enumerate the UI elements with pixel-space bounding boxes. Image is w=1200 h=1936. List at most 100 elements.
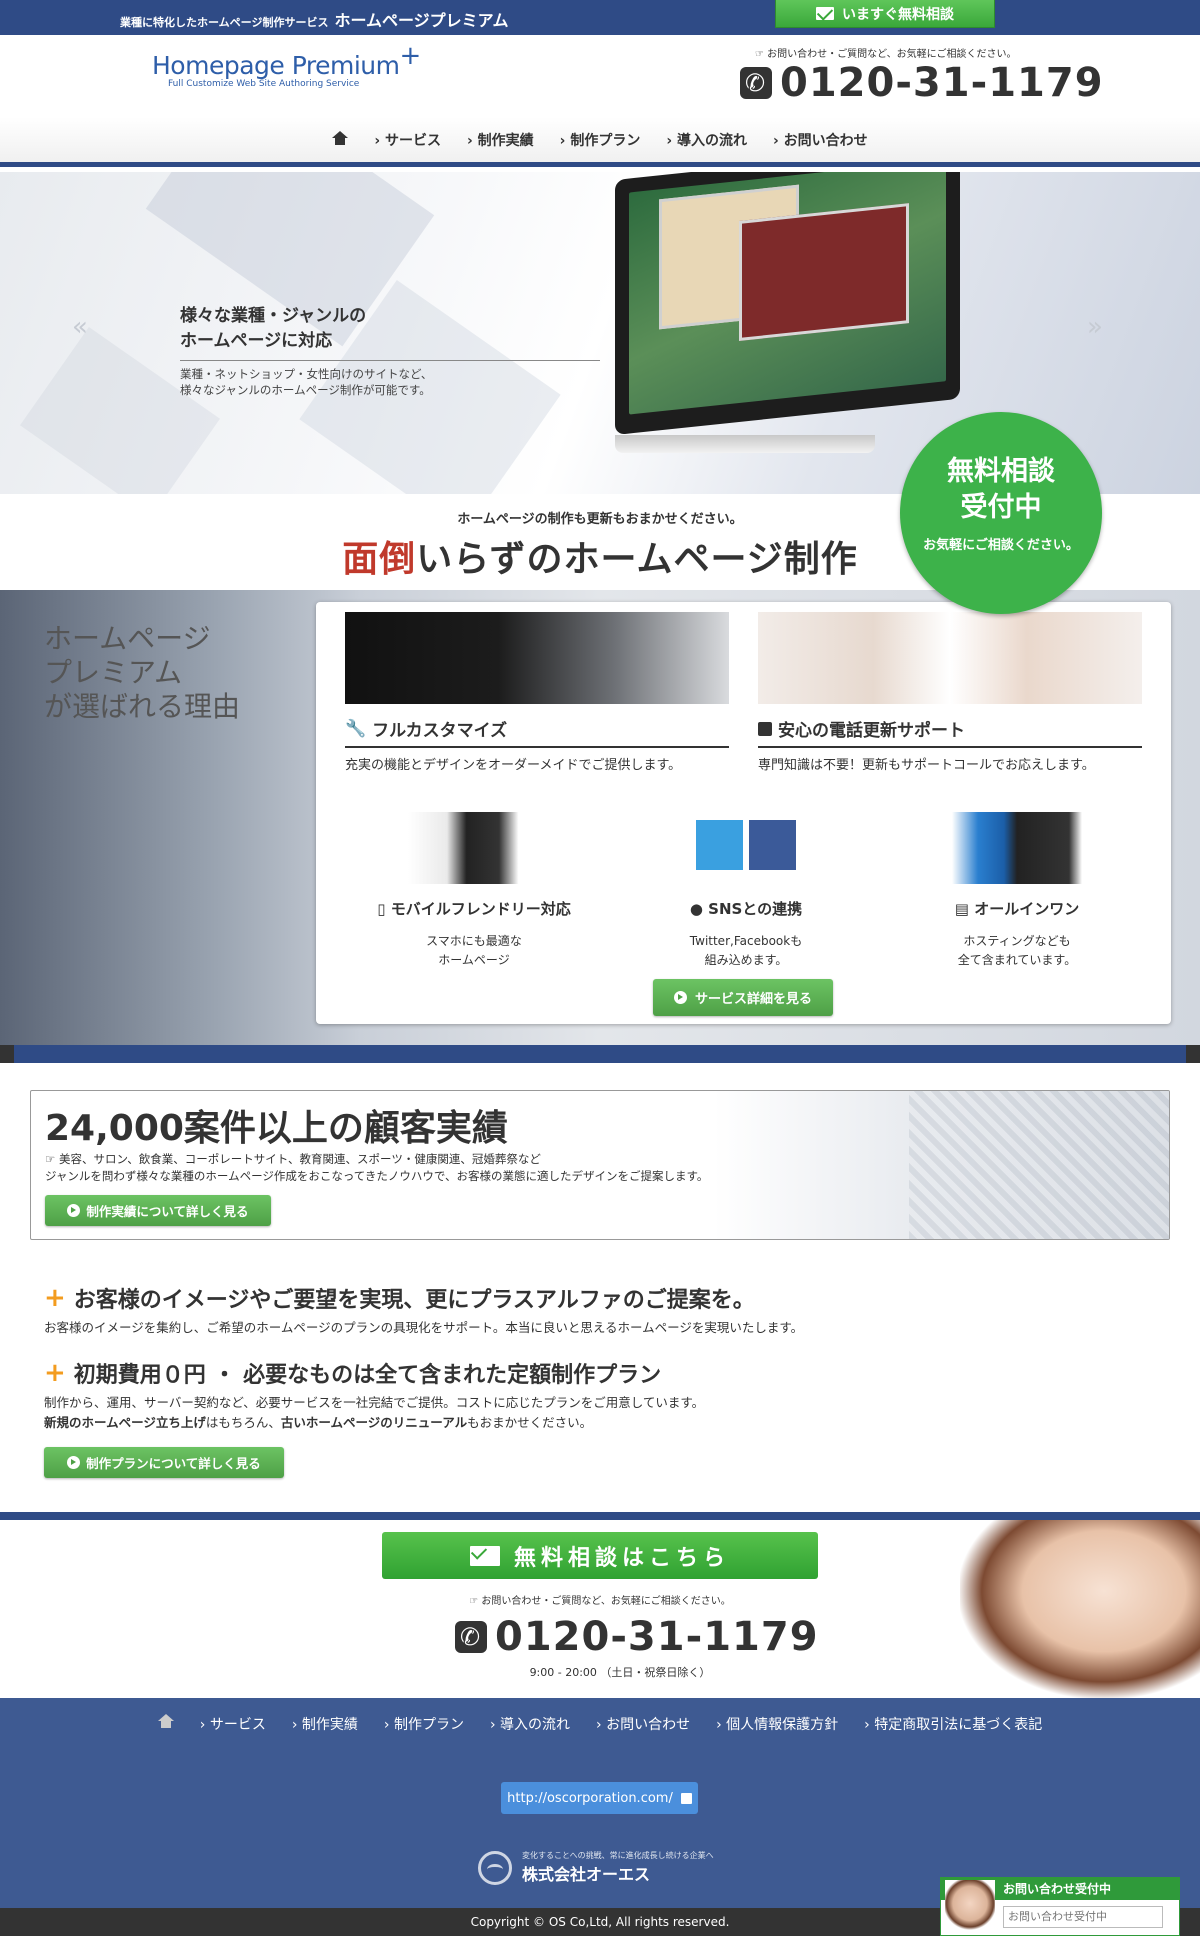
cta-phone-number: 0120-31-1179: [495, 1614, 819, 1660]
monitor-stand: [615, 435, 875, 453]
header-phone[interactable]: 0120-31-1179: [740, 60, 1104, 106]
mini-desc-line: 全て含まれています。: [957, 953, 1077, 967]
arrow-right-icon: [673, 991, 687, 1004]
records-line: 美容、サロン、飲食業、コーポレートサイト、教育関連、スポーツ・健康関連、冠婚葬祭…: [58, 1152, 541, 1166]
screen-window-food-site: [739, 203, 909, 341]
nav-label: サービス: [385, 132, 442, 149]
phone-icon: [740, 67, 772, 99]
feature-mobile-title: ▯ モバイルフレンドリー対応: [377, 900, 571, 918]
hero-desc-line: 様々なジャンルのホームページ制作が可能です。: [180, 383, 431, 397]
logo-plus-icon: +: [399, 41, 421, 71]
corporate-url-button[interactable]: http://oscorporation.com/: [501, 1782, 698, 1814]
nav-label: お問い合わせ: [783, 132, 868, 149]
records-line: ジャンルを問わず様々な業種のホームページ作成をおこなってきたノウハウで、お客様の…: [45, 1169, 709, 1183]
cta-phone[interactable]: 0120-31-1179: [455, 1614, 819, 1660]
records-detail-label: 制作実績について詳しく見る: [86, 1204, 249, 1219]
footer-nav-item[interactable]: › 制作プラン: [384, 1714, 464, 1734]
mini-title-text: オールインワン: [974, 900, 1080, 918]
feature-title-text: フルカスタマイズ: [372, 721, 508, 741]
free-consult-top-button[interactable]: いますぐ無料相談: [775, 0, 995, 28]
footer-nav-label: 個人情報保護方針: [726, 1717, 839, 1733]
records-detail-button[interactable]: 制作実績について詳しく見る: [45, 1195, 271, 1226]
sns-icons-image: [696, 820, 796, 870]
footer-nav-label: 導入の流れ: [500, 1717, 571, 1733]
hero-title-line: ホームページに対応: [180, 331, 333, 351]
free-consult-button[interactable]: 無料相談はこちら: [382, 1532, 818, 1579]
arrow-right-icon: [67, 1456, 81, 1469]
header-phone-number: 0120-31-1179: [780, 60, 1104, 106]
footer-nav-item[interactable]: › サービス: [200, 1714, 266, 1734]
band-headline-rest: いらずのホームページ制作: [416, 539, 858, 580]
footer-nav-label: サービス: [209, 1717, 266, 1733]
footer-nav-item[interactable]: › 個人情報保護方針: [716, 1714, 838, 1734]
nav-item-contact[interactable]: › お問い合わせ: [773, 130, 868, 150]
free-consult-badge-title: 無料相談 受付中: [900, 454, 1102, 526]
nav-home[interactable]: [332, 130, 349, 149]
footer-nav-home[interactable]: [157, 1714, 174, 1734]
chat-input[interactable]: [1003, 1906, 1163, 1928]
plan-desc-line: 制作から、運用、サーバー契約など、必要サービスを一社完結でご提供。コストに応じた…: [44, 1395, 705, 1410]
feature-sns-title: ● SNSとの連携: [689, 900, 803, 918]
site-tagline: 業種に特化したホームページ制作サービス ホームページプレミアム: [120, 7, 509, 31]
phone-icon: [758, 721, 772, 736]
records-box: 24,000案件以上の顧客実績 ☞ 美容、サロン、飲食業、コーポレートサイト、教…: [30, 1090, 1170, 1240]
mini-desc-line: ホームページ: [438, 953, 510, 967]
free-consult-badge[interactable]: 無料相談 受付中 お気軽にご相談ください。: [900, 412, 1102, 614]
feature-allinone-title: ▤ オールインワン: [954, 900, 1080, 918]
footer-nav-item[interactable]: › 導入の流れ: [490, 1714, 570, 1734]
records-thumbnails: [909, 1091, 1169, 1239]
smartphones-image: [408, 812, 538, 884]
section-divider: [0, 1045, 1200, 1063]
plus-icon: +: [44, 1358, 66, 1388]
site-logo[interactable]: Homepage Premium+ Full Customize Web Sit…: [152, 41, 421, 89]
footer-nav-item[interactable]: › お問い合わせ: [596, 1714, 690, 1734]
contact-cta: 無料相談はこちら ☞ お問い合わせ・ご質問など、お気軽にご相談ください。 012…: [0, 1520, 1200, 1698]
footer-nav-item[interactable]: › 制作実績: [292, 1714, 358, 1734]
support-staff-image: [758, 612, 1142, 704]
plan-detail-button[interactable]: 制作プランについて詳しく見る: [44, 1447, 284, 1478]
proposal-title-text: お客様のイメージやご要望を実現、更にプラスアルファのご提案を。: [73, 1288, 755, 1313]
footer-nav: › サービス › 制作実績 › 制作プラン › 導入の流れ › お問い合わせ ›…: [0, 1714, 1200, 1734]
plan-emphasis: 古いホームページのリニューアル: [280, 1415, 468, 1430]
mini-desc-line: ホスティングなども: [963, 934, 1071, 948]
hero-desc-line: 業種・ネットショップ・女性向けのサイトなど、: [180, 367, 433, 381]
chat-widget[interactable]: お問い合わせ受付中: [940, 1877, 1180, 1936]
records-title: 24,000案件以上の顧客実績: [45, 1108, 508, 1149]
nav-label: 導入の流れ: [676, 132, 747, 149]
band-headline-emphasis: 面倒: [342, 539, 417, 580]
mail-icon: [469, 1545, 500, 1566]
service-detail-button[interactable]: サービス詳細を見る: [653, 979, 833, 1016]
slider-next-arrow[interactable]: »: [1087, 312, 1103, 342]
footer-nav-label: 制作プラン: [393, 1717, 464, 1733]
feature-full-customize-desc: 充実の機能とデザインをオーダーメイドでご提供します。: [345, 758, 682, 773]
feature-mobile-desc: スマホにも最適な ホームページ: [359, 932, 589, 970]
nav-label: 制作実績: [477, 132, 534, 149]
reasons-title: ホームページ プレミアム が選ばれる理由: [44, 622, 240, 724]
service-detail-label: サービス詳細を見る: [694, 992, 812, 1007]
home-icon: [157, 1714, 174, 1728]
footer-nav-item[interactable]: › 特定商取引法に基づく表記: [864, 1714, 1042, 1734]
proposal-description: お客様のイメージを集約し、ご希望のホームページのプランの具現化をサポート。本当に…: [44, 1320, 804, 1335]
phone-icon: [455, 1621, 487, 1653]
feature-phone-support-desc: 専門知識は不要！更新もサポートコールでお応えします。: [758, 758, 1095, 773]
slider-prev-arrow[interactable]: «: [72, 312, 88, 342]
footer-nav-label: 特定商取引法に基づく表記: [874, 1717, 1043, 1733]
site-header: Homepage Premium+ Full Customize Web Sit…: [0, 35, 1200, 117]
brand-name: ホームページプレミアム: [334, 11, 509, 30]
nav-item-flow[interactable]: › 導入の流れ: [666, 130, 747, 150]
plan-text: はもちろん、: [205, 1415, 281, 1430]
nav-item-plan[interactable]: › 制作プラン: [560, 130, 641, 150]
top-bar: 業種に特化したホームページ制作サービス ホームページプレミアム いますぐ無料相談: [0, 0, 1200, 35]
badge-line: 受付中: [960, 492, 1042, 523]
free-consult-top-label: いますぐ無料相談: [842, 6, 954, 23]
footer-nav-label: お問い合わせ: [606, 1717, 691, 1733]
plan-desc-line: 新規のホームページ立ち上げはもちろん、古いホームページのリニューアルもおまかせく…: [44, 1413, 704, 1433]
mail-icon: [816, 7, 834, 20]
nav-item-service[interactable]: › サービス: [374, 130, 441, 150]
nav-item-works[interactable]: › 制作実績: [467, 130, 534, 150]
records-description: ☞ 美容、サロン、飲食業、コーポレートサイト、教育関連、スポーツ・健康関連、冠婚…: [45, 1152, 709, 1183]
feature-sns-desc: Twitter,Facebookも 組み込めます。: [631, 932, 861, 970]
free-consult-label: 無料相談はこちら: [513, 1545, 730, 1571]
external-link-icon: [680, 1792, 692, 1804]
cta-note-text: お問い合わせ・ご質問など、お気軽にご相談ください。: [481, 1596, 731, 1607]
